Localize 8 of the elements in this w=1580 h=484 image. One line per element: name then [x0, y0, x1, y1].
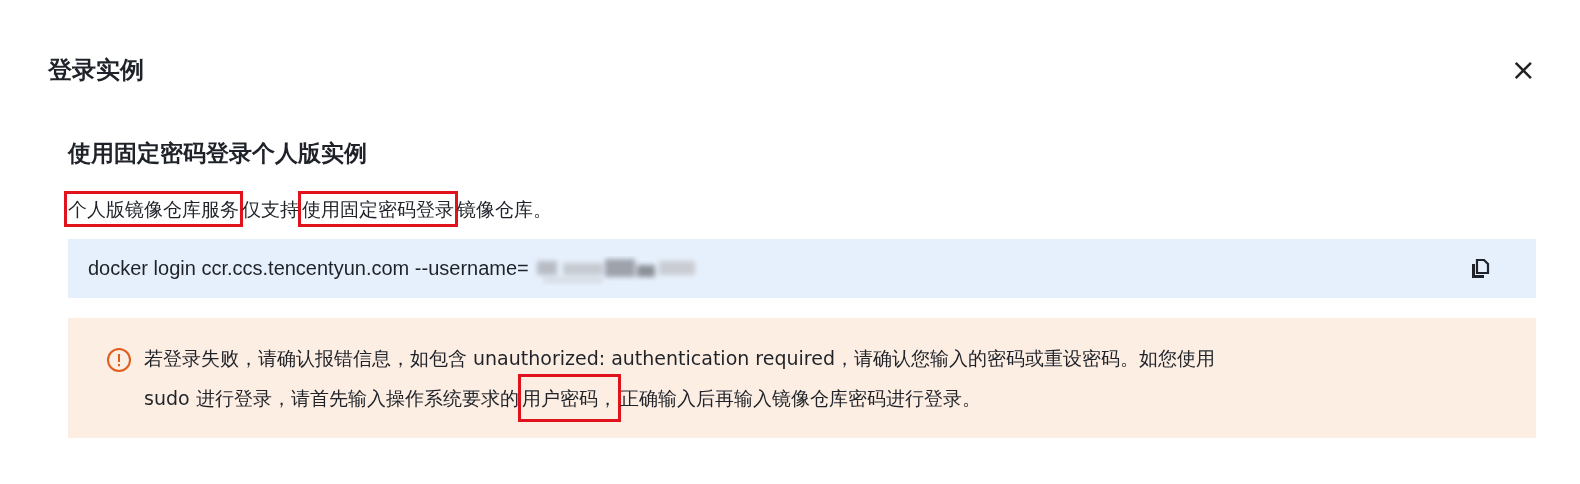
- copy-icon[interactable]: [1470, 257, 1490, 280]
- text: sudo 进行登录，请首先输入操作系统要求的: [144, 386, 519, 411]
- close-button[interactable]: ×: [1510, 55, 1536, 85]
- section-heading: 使用固定密码登录个人版实例: [68, 139, 368, 168]
- warning-icon: [106, 347, 132, 373]
- dialog-title: 登录实例: [48, 55, 144, 86]
- text: 若登录失败，请确认报错信息，如包含 unauthorized: authentication required，请确认您输入的密码或重设密码。如您使用: [144, 346, 1215, 371]
- command-text: docker login ccr.ccs.tencentyun.com --username=: [88, 257, 529, 280]
